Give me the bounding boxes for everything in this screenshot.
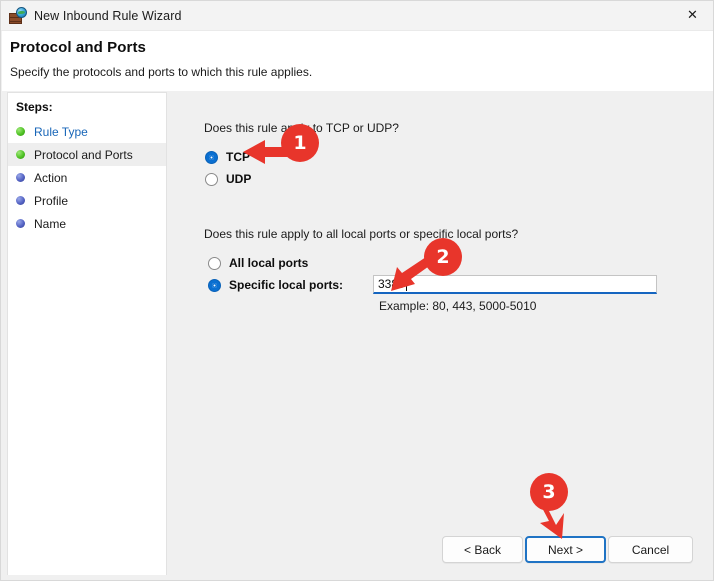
wizard-window: New Inbound Rule Wizard ✕ Protocol and P… — [0, 0, 714, 581]
page-title: Protocol and Ports — [10, 39, 146, 56]
sidebar-item-label: Action — [34, 171, 67, 185]
all-local-ports-label: All local ports — [229, 256, 308, 270]
ports-question-label: Does this rule apply to all local ports … — [204, 227, 518, 241]
sidebar-item-label: Name — [34, 217, 66, 231]
port-example-hint: Example: 80, 443, 5000-5010 — [379, 299, 536, 313]
radio-selected-icon — [208, 279, 221, 292]
firewall-globe-icon — [9, 7, 27, 25]
radio-selected-icon — [205, 151, 218, 164]
close-icon[interactable]: ✕ — [670, 1, 714, 30]
window-title: New Inbound Rule Wizard — [34, 9, 182, 23]
all-local-ports-radio[interactable]: All local ports — [208, 256, 308, 270]
sidebar-item-protocol-and-ports[interactable]: Protocol and Ports — [8, 143, 166, 166]
sidebar-item-name[interactable]: Name — [8, 212, 166, 235]
udp-radio[interactable]: UDP — [205, 172, 251, 186]
step-bullet-icon — [16, 173, 25, 182]
steps-heading: Steps: — [8, 93, 166, 120]
specific-local-ports-label: Specific local ports: — [229, 278, 343, 292]
steps-sidebar: Steps: Rule Type Protocol and Ports Acti… — [7, 92, 167, 575]
annotation-badge-3: 3 — [530, 473, 568, 511]
title-bar: New Inbound Rule Wizard ✕ — [1, 1, 714, 31]
radio-unselected-icon — [208, 257, 221, 270]
step-bullet-icon — [16, 219, 25, 228]
page-header: Protocol and Ports Specify the protocols… — [2, 31, 714, 91]
step-bullet-icon — [16, 150, 25, 159]
sidebar-item-action[interactable]: Action — [8, 166, 166, 189]
specific-local-ports-radio[interactable]: Specific local ports: — [208, 278, 343, 292]
step-bullet-icon — [16, 127, 25, 136]
sidebar-item-label: Rule Type — [34, 125, 88, 139]
radio-unselected-icon — [205, 173, 218, 186]
back-button[interactable]: < Back — [442, 536, 523, 563]
sidebar-item-profile[interactable]: Profile — [8, 189, 166, 212]
sidebar-item-label: Protocol and Ports — [34, 148, 133, 162]
annotation-badge-1: 1 — [281, 124, 319, 162]
annotation-badge-2: 2 — [424, 238, 462, 276]
sidebar-item-rule-type[interactable]: Rule Type — [8, 120, 166, 143]
page-subtitle: Specify the protocols and ports to which… — [10, 65, 312, 79]
cancel-button[interactable]: Cancel — [608, 536, 693, 563]
step-bullet-icon — [16, 196, 25, 205]
udp-radio-label: UDP — [226, 172, 251, 186]
sidebar-item-label: Profile — [34, 194, 68, 208]
